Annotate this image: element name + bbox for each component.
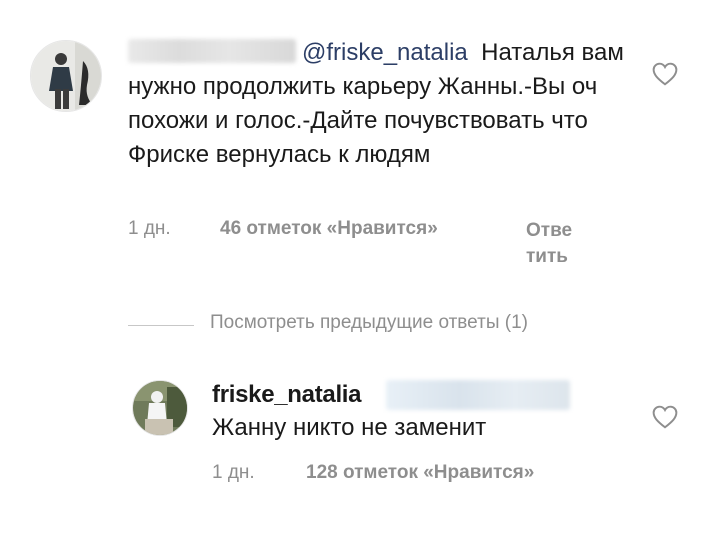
avatar[interactable]	[30, 40, 102, 112]
comment-text-block: @friske_natalia Наталья вам нужно продол…	[128, 36, 638, 172]
reply-button[interactable]: Отве тить	[526, 218, 572, 270]
heart-icon[interactable]	[652, 405, 678, 429]
reply-label-line1[interactable]: Отве	[526, 220, 572, 241]
reply-likes-link[interactable]: 128 отметок «Нравится»	[306, 462, 534, 484]
reply-text: Жанну никто не заменит	[212, 414, 487, 441]
reply-username[interactable]: friske_natalia	[212, 381, 362, 409]
likes-count[interactable]: 46 отметок «Нравится»	[220, 218, 438, 239]
blurred-username[interactable]	[128, 39, 296, 63]
reply-likes-count[interactable]: 128 отметок «Нравится»	[306, 462, 534, 483]
divider	[128, 325, 194, 326]
likes-count-link[interactable]: 46 отметок «Нравится»	[220, 218, 438, 240]
blurred-mention[interactable]	[386, 380, 570, 410]
view-previous-replies-link[interactable]: Посмотреть предыдущие ответы (1)	[210, 312, 528, 334]
heart-icon[interactable]	[652, 62, 678, 86]
reply-label-line2[interactable]: тить	[526, 246, 568, 267]
comment-time: 1 дн.	[128, 218, 171, 239]
mention-link[interactable]: @friske_natalia	[302, 39, 468, 66]
reply-avatar[interactable]	[132, 380, 188, 436]
reply-time: 1 дн.	[212, 462, 255, 483]
